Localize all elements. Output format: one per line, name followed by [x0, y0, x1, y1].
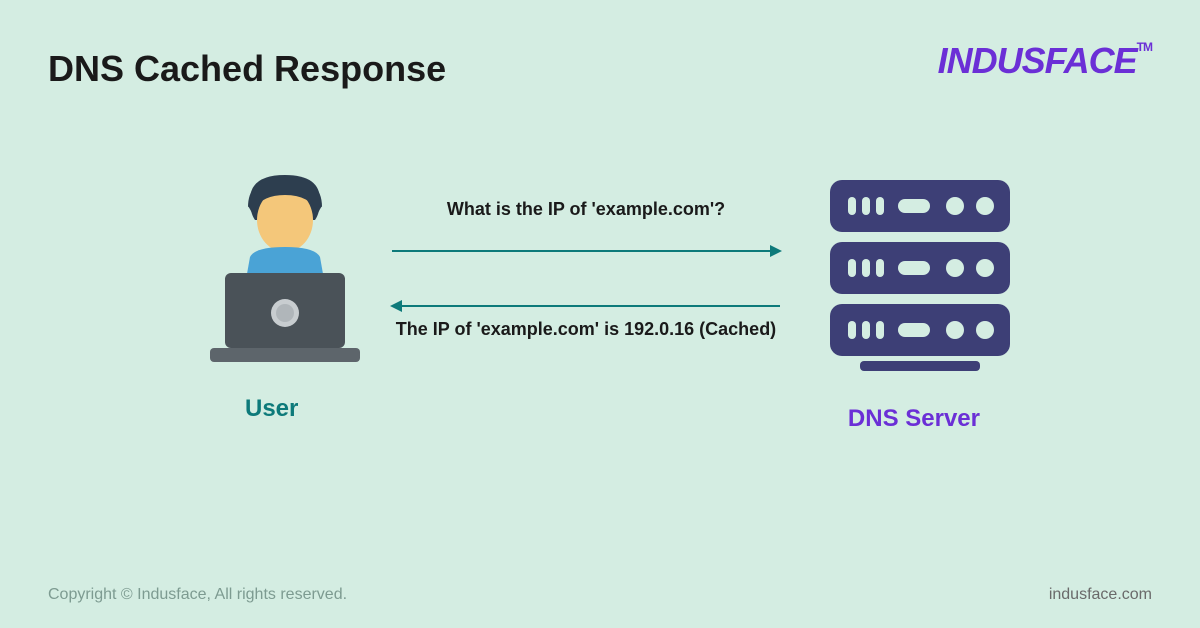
- user-icon: [200, 165, 370, 365]
- copyright-text: Copyright © Indusface, All rights reserv…: [48, 586, 347, 604]
- response-text: The IP of 'example.com' is 192.0.16 (Cac…: [392, 317, 780, 341]
- server-icon: [820, 175, 1020, 375]
- server-label: DNS Server: [848, 405, 980, 433]
- dns-diagram: User: [180, 165, 1020, 465]
- arrow-response: [392, 305, 780, 307]
- page-title: DNS Cached Response: [48, 48, 446, 90]
- logo-text: INDUSFACE: [938, 40, 1137, 81]
- arrow-request: [392, 250, 780, 252]
- query-text: What is the IP of 'example.com'?: [392, 197, 780, 221]
- website-text: indusface.com: [1049, 586, 1152, 604]
- brand-logo: INDUSFACETM: [938, 40, 1152, 82]
- logo-tm: TM: [1137, 40, 1152, 54]
- user-label: User: [245, 395, 298, 423]
